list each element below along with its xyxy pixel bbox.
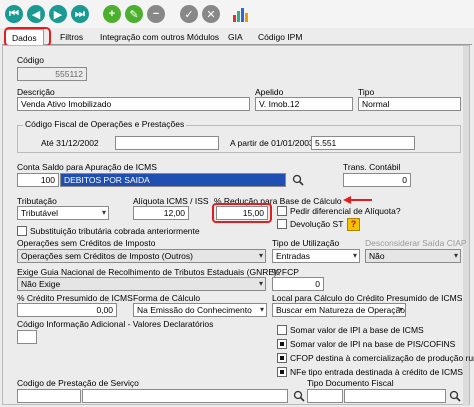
tipo-doc-label: Tipo Documento Fiscal [307,378,394,388]
local-select[interactable]: Buscar em Natureza de Operação ▾ [272,303,406,317]
chevron-down-icon: ▾ [258,279,263,288]
conta-label: Conta Saldo para Apuração de ICMS [17,162,157,172]
chevron-down-icon: ▾ [259,305,264,314]
apelido-field[interactable]: V. Imob.12 [255,97,353,111]
toolbar: ⏮ ◀ ▶ ⏭ + ✎ − ✓ ✕ [0,0,474,28]
tributacao-value: Tributável [21,208,59,218]
aliquota-field[interactable]: 12,00 [133,206,189,220]
reducao-highlight [212,203,272,223]
cod-info-field[interactable] [17,330,37,344]
desconsiderar-value: Não [369,251,385,261]
tab-gia[interactable]: GIA [222,29,249,45]
search-icon[interactable] [293,390,305,402]
opsem-value: Operações sem Créditos de Imposto (Outro… [21,251,193,261]
credito-label: % Crédito Presumido de ICMS [17,293,133,303]
edit-icon[interactable]: ✎ [125,5,143,23]
arrow-left-icon [343,196,372,204]
tab-integracao[interactable]: Integração com outros Módulos [94,29,225,45]
aliquota-label: Alíquota ICMS / ISS [133,196,209,206]
apartir-label: A partir de 01/01/2003 [230,138,314,148]
codigo-field: 555112 [17,67,87,81]
tipo-util-select[interactable]: Entradas ▾ [272,249,360,263]
cod-prest-code-field[interactable] [17,389,81,403]
tipo-doc-code-field[interactable] [307,389,343,403]
ate-label: Até 31/12/2002 [41,138,99,148]
cod-info-label: Código Informação Adicional - Valores De… [17,319,214,329]
last-icon[interactable]: ⏭ [71,5,89,23]
apartir-field[interactable]: 5.551 [311,136,415,150]
devolucao-st-checkbox[interactable] [277,219,287,229]
pedir-diferencial-checkbox[interactable] [277,206,287,216]
tipo-field[interactable]: Normal [358,97,461,111]
tributacao-select[interactable]: Tributável ▾ [17,206,109,220]
tab-highlight [4,27,51,47]
previous-icon[interactable]: ◀ [27,5,45,23]
chevron-down-icon: ▾ [258,251,263,260]
tipo-doc-desc-field[interactable] [344,389,446,403]
confirm-icon[interactable]: ✓ [180,5,198,23]
tab-filtros[interactable]: Filtros [54,29,89,45]
search-icon[interactable] [449,390,461,402]
opsem-label: Operações sem Créditos de Imposto [17,238,156,248]
pedir-label: Pedir diferencial de Alíquota? [290,206,401,216]
ate-field[interactable] [115,136,219,150]
desconsiderar-label: Desconsiderar Saída CIAP [365,238,467,248]
chevron-down-icon: ▾ [352,251,357,260]
local-value: Buscar em Natureza de Operação [276,305,405,315]
conta-desc-field[interactable]: DEBITOS POR SAIDA [60,173,286,187]
cfop-group-label: Código Fiscal de Operações e Prestações [23,119,187,129]
forma-label: Forma de Cálculo [133,293,201,303]
chevron-down-icon: ▾ [398,305,403,314]
cfop-rural-label: CFOP destina à comercialização de produç… [290,353,474,363]
chevron-down-icon: ▾ [101,208,106,217]
trans-field[interactable]: 0 [343,173,411,187]
tipo-util-label: Tipo de Utilização [272,238,340,248]
report-icon[interactable] [232,5,250,23]
delete-icon[interactable]: − [147,5,165,23]
codigo-label: Código [17,55,44,65]
cod-prest-label: Codigo de Prestação de Serviço [17,378,139,388]
forma-value: Na Emissão do Conhecimento [137,305,252,315]
chevron-down-icon: ▾ [453,251,458,260]
cfop-rural-checkbox[interactable] [277,353,287,363]
fcp-field[interactable]: 0 [272,277,324,291]
form-panel: Código 555112 Descrição Venda Ativo Imob… [2,45,474,406]
gnre-select[interactable]: Não Exige ▾ [17,277,266,291]
trans-label: Trans. Contábil [343,162,401,172]
first-icon[interactable]: ⏮ [5,5,23,23]
fcp-label: % FCP [272,267,299,277]
credito-field[interactable]: 0,00 [17,303,117,317]
devolucao-label: Devolução ST [290,219,344,229]
scrollbar[interactable] [463,46,469,406]
tipo-label: Tipo [358,87,375,97]
substituicao-checkbox[interactable] [17,226,27,236]
nfe-checkbox[interactable] [277,367,287,377]
cancel-icon[interactable]: ✕ [202,5,220,23]
forma-select[interactable]: Na Emissão do Conhecimento ▾ [133,303,267,317]
tributacao-label: Tributação [17,196,57,206]
apelido-label: Apelido [255,87,284,97]
conta-code-field[interactable]: 100 [17,173,59,187]
add-icon[interactable]: + [103,5,121,23]
somar-pis-checkbox[interactable] [277,339,287,349]
local-label: Local para Cálculo do Crédito Presumido … [272,293,463,303]
somar-ipi-label: Somar valor de IPI a base de ICMS [290,325,424,335]
gnre-value: Não Exige [21,279,61,289]
tipo-util-value: Entradas [276,251,311,261]
gnre-label: Exige Guia Nacional de Recolhimento de T… [17,267,282,277]
next-icon[interactable]: ▶ [49,5,67,23]
somar-pis-label: Somar valor de IPI na base de PIS/COFINS [290,339,456,349]
help-icon[interactable]: ? [347,218,360,231]
search-icon[interactable] [292,174,304,186]
substituicao-label: Substituição tributária cobrada anterior… [30,226,200,236]
descricao-label: Descrição [17,87,55,97]
tab-bar: Dados Filtros Integração com outros Módu… [2,29,472,45]
nfe-label: NFe tipo entrada destinada à crédito de … [290,367,463,377]
desconsiderar-select[interactable]: Não ▾ [365,249,461,263]
cod-prest-desc-field[interactable] [82,389,288,403]
descricao-field[interactable]: Venda Ativo Imobilizado [17,97,250,111]
tab-codigo-ipm[interactable]: Código IPM [252,29,308,45]
opsem-select[interactable]: Operações sem Créditos de Imposto (Outro… [17,249,266,263]
somar-ipi-checkbox[interactable] [277,325,287,335]
